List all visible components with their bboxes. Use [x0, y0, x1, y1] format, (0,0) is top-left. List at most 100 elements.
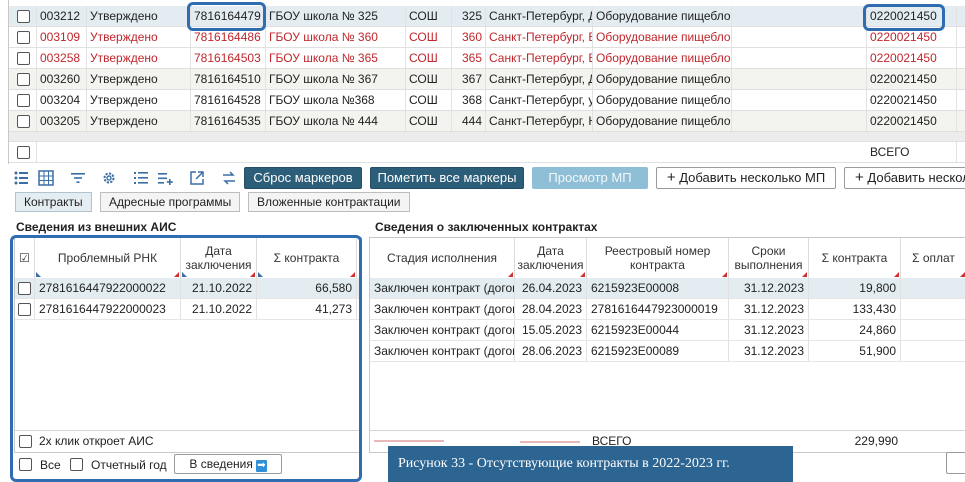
grid-cell-id: 003205 [37, 111, 87, 131]
grid-cell-type: СОШ [406, 48, 452, 68]
grid-cell-type: СОШ [406, 6, 452, 26]
row-checkbox-cell[interactable] [15, 278, 35, 298]
mark-all-button[interactable]: Пометить все маркеры [370, 167, 524, 189]
row-checkbox-cell[interactable] [9, 69, 37, 89]
hint-checkbox[interactable] [19, 435, 32, 448]
sort-marker-icon [894, 272, 899, 277]
row-checkbox-cell[interactable] [9, 27, 37, 47]
to-info-button[interactable]: В сведения ➡ [174, 454, 282, 474]
grid-toolbar: Сброс маркеров Пометить все маркеры Прос… [8, 166, 965, 190]
table-row[interactable]: 003260 Утверждено 7816164510 ГБОУ школа № 3… [9, 69, 965, 90]
add-several-mp-button[interactable]: + Добавить несколько МП [656, 167, 836, 189]
all-checkbox[interactable] [19, 458, 32, 471]
sort-marker-icon [802, 272, 807, 277]
table-row[interactable]: Заключен контракт (догов 26.04.2023 621592… [370, 278, 965, 299]
row-checkbox[interactable] [17, 73, 30, 87]
grid-cell-id: 003260 [37, 69, 87, 89]
figure-caption: Рисунок 33 - Отсутствующие контракты в 2… [388, 446, 793, 482]
grid-cell-addr: Санкт-Петербург, Н [486, 111, 593, 131]
grid-cell-inn: 7816164535 [191, 111, 266, 131]
grid-cell-code: 0220021450 [867, 6, 957, 26]
grid-cell-code: 0220021450 [867, 48, 957, 68]
table-row[interactable]: 003109 Утверждено 7816164486 ГБОУ школа № 3… [9, 27, 965, 48]
header-term[interactable]: Сроки выполнения [729, 238, 809, 278]
grid-cell-name: ГБОУ школа № 367 [266, 69, 406, 89]
cell-date: 28.06.2023 [515, 341, 587, 361]
grid-cell-num: 325 [452, 6, 486, 26]
row-checkbox-cell[interactable] [15, 299, 35, 319]
grid-cell-code: 0220021450 [867, 69, 957, 89]
table-row-empty [9, 132, 965, 142]
table-row[interactable]: 2781616447922000022 21.10.2022 66,580 [15, 278, 361, 299]
grid-cell-id: 003109 [37, 27, 87, 47]
tab-address-programs[interactable]: Адресные программы [100, 192, 241, 212]
row-checkbox[interactable] [17, 52, 30, 66]
grid-cell-inn: 7816164479 [191, 6, 266, 26]
grid-cell-status: Утверждено [87, 90, 191, 110]
table-row[interactable]: 2781616447922000023 21.10.2022 41,273 [15, 299, 361, 320]
header-contract-date[interactable]: Дата заключения [515, 238, 587, 278]
settings-gear-icon[interactable] [98, 167, 120, 189]
filter-marker-icon [258, 272, 263, 277]
table-row[interactable]: Заключен контракт (догов 28.04.2023 278161… [370, 299, 965, 320]
reset-markers-button[interactable]: Сброс маркеров [244, 167, 362, 189]
cell-reg: 6215923E00044 [587, 320, 729, 340]
row-checkbox[interactable] [17, 115, 30, 129]
header-rnk[interactable]: Проблемный РНК [35, 238, 181, 278]
grid-cell-name: ГБОУ школа №368 [266, 90, 406, 110]
grid-cell-status: Утверждено [87, 69, 191, 89]
table-row[interactable]: Заключен контракт (догов 28.06.2023 621592… [370, 341, 965, 362]
row-checkbox[interactable] [17, 31, 30, 45]
header-paid-sum[interactable]: Σ оплат [901, 238, 965, 278]
arrow-right-icon: ➡ [256, 460, 267, 472]
contracts-info-title: Сведения о заключенных контрактах [375, 220, 598, 234]
hint-text: 2х клик откроет АИС [39, 434, 154, 448]
table-row[interactable]: 003204 Утверждено 7816164528 ГБОУ школа №36… [9, 90, 965, 111]
partial-button[interactable] [946, 452, 965, 474]
grid-cell-addr: Санкт-Петербург, Е [486, 48, 593, 68]
header-sum[interactable]: Σ контракта [257, 238, 357, 278]
sort-marker-icon [250, 272, 255, 277]
grid-cell-id: 003212 [37, 6, 87, 26]
grid-cell-empty [732, 69, 867, 89]
table-view-icon[interactable] [35, 167, 57, 189]
add-several-button[interactable]: + Добавить несколь [844, 167, 965, 189]
row-checkbox-cell[interactable] [9, 6, 37, 26]
select-all-checkbox[interactable]: ☑ [15, 238, 35, 278]
contracts-total-sum: 229,990 [854, 434, 898, 448]
external-link-icon[interactable] [186, 167, 208, 189]
total-row: ВСЕГО [9, 142, 965, 163]
report-year-checkbox[interactable] [70, 458, 83, 471]
add-row-icon[interactable] [154, 167, 176, 189]
table-row[interactable]: 003212 Утверждено 7816164479 ГБОУ школа № 3… [9, 6, 965, 27]
row-checkbox[interactable] [18, 303, 31, 317]
view-mp-button[interactable]: Просмотр МП [532, 167, 648, 189]
header-registry-number[interactable]: Реестровый номер контракта [587, 238, 729, 278]
sort-marker-icon [960, 272, 965, 277]
numbered-list-icon[interactable] [130, 167, 152, 189]
row-checkbox[interactable] [17, 10, 30, 24]
row-checkbox[interactable] [18, 282, 31, 296]
row-checkbox[interactable] [17, 94, 30, 108]
sort-marker-icon [580, 272, 585, 277]
grid-cell-name: ГБОУ школа № 360 [266, 27, 406, 47]
filter-icon[interactable] [67, 167, 89, 189]
table-row[interactable]: 003258 Утверждено 7816164503 ГБОУ школа № 3… [9, 48, 965, 69]
header-contract-sum[interactable]: Σ контракта [809, 238, 901, 278]
tab-nested-contracts[interactable]: Вложенные контрактации [248, 192, 410, 212]
header-date[interactable]: Дата заключения [181, 238, 257, 278]
header-stage[interactable]: Стадия исполнения [370, 238, 515, 278]
cell-stage: Заключен контракт (догов [370, 278, 515, 298]
total-checkbox[interactable] [17, 146, 30, 160]
table-row[interactable]: 003205 Утверждено 7816164535 ГБОУ школа № 4… [9, 111, 965, 132]
row-checkbox-cell[interactable] [9, 90, 37, 110]
sort-marker-icon [722, 272, 727, 277]
row-checkbox-cell[interactable] [9, 142, 37, 162]
transfer-icon[interactable] [218, 167, 240, 189]
list-view-icon[interactable] [10, 167, 32, 189]
row-checkbox-cell[interactable] [9, 111, 37, 131]
table-row[interactable]: Заключен контракт (догов 15.05.2023 621592… [370, 320, 965, 341]
row-checkbox-cell[interactable] [9, 48, 37, 68]
cell-sum: 133,430 [809, 299, 901, 319]
tab-contracts[interactable]: Контракты [15, 192, 92, 212]
